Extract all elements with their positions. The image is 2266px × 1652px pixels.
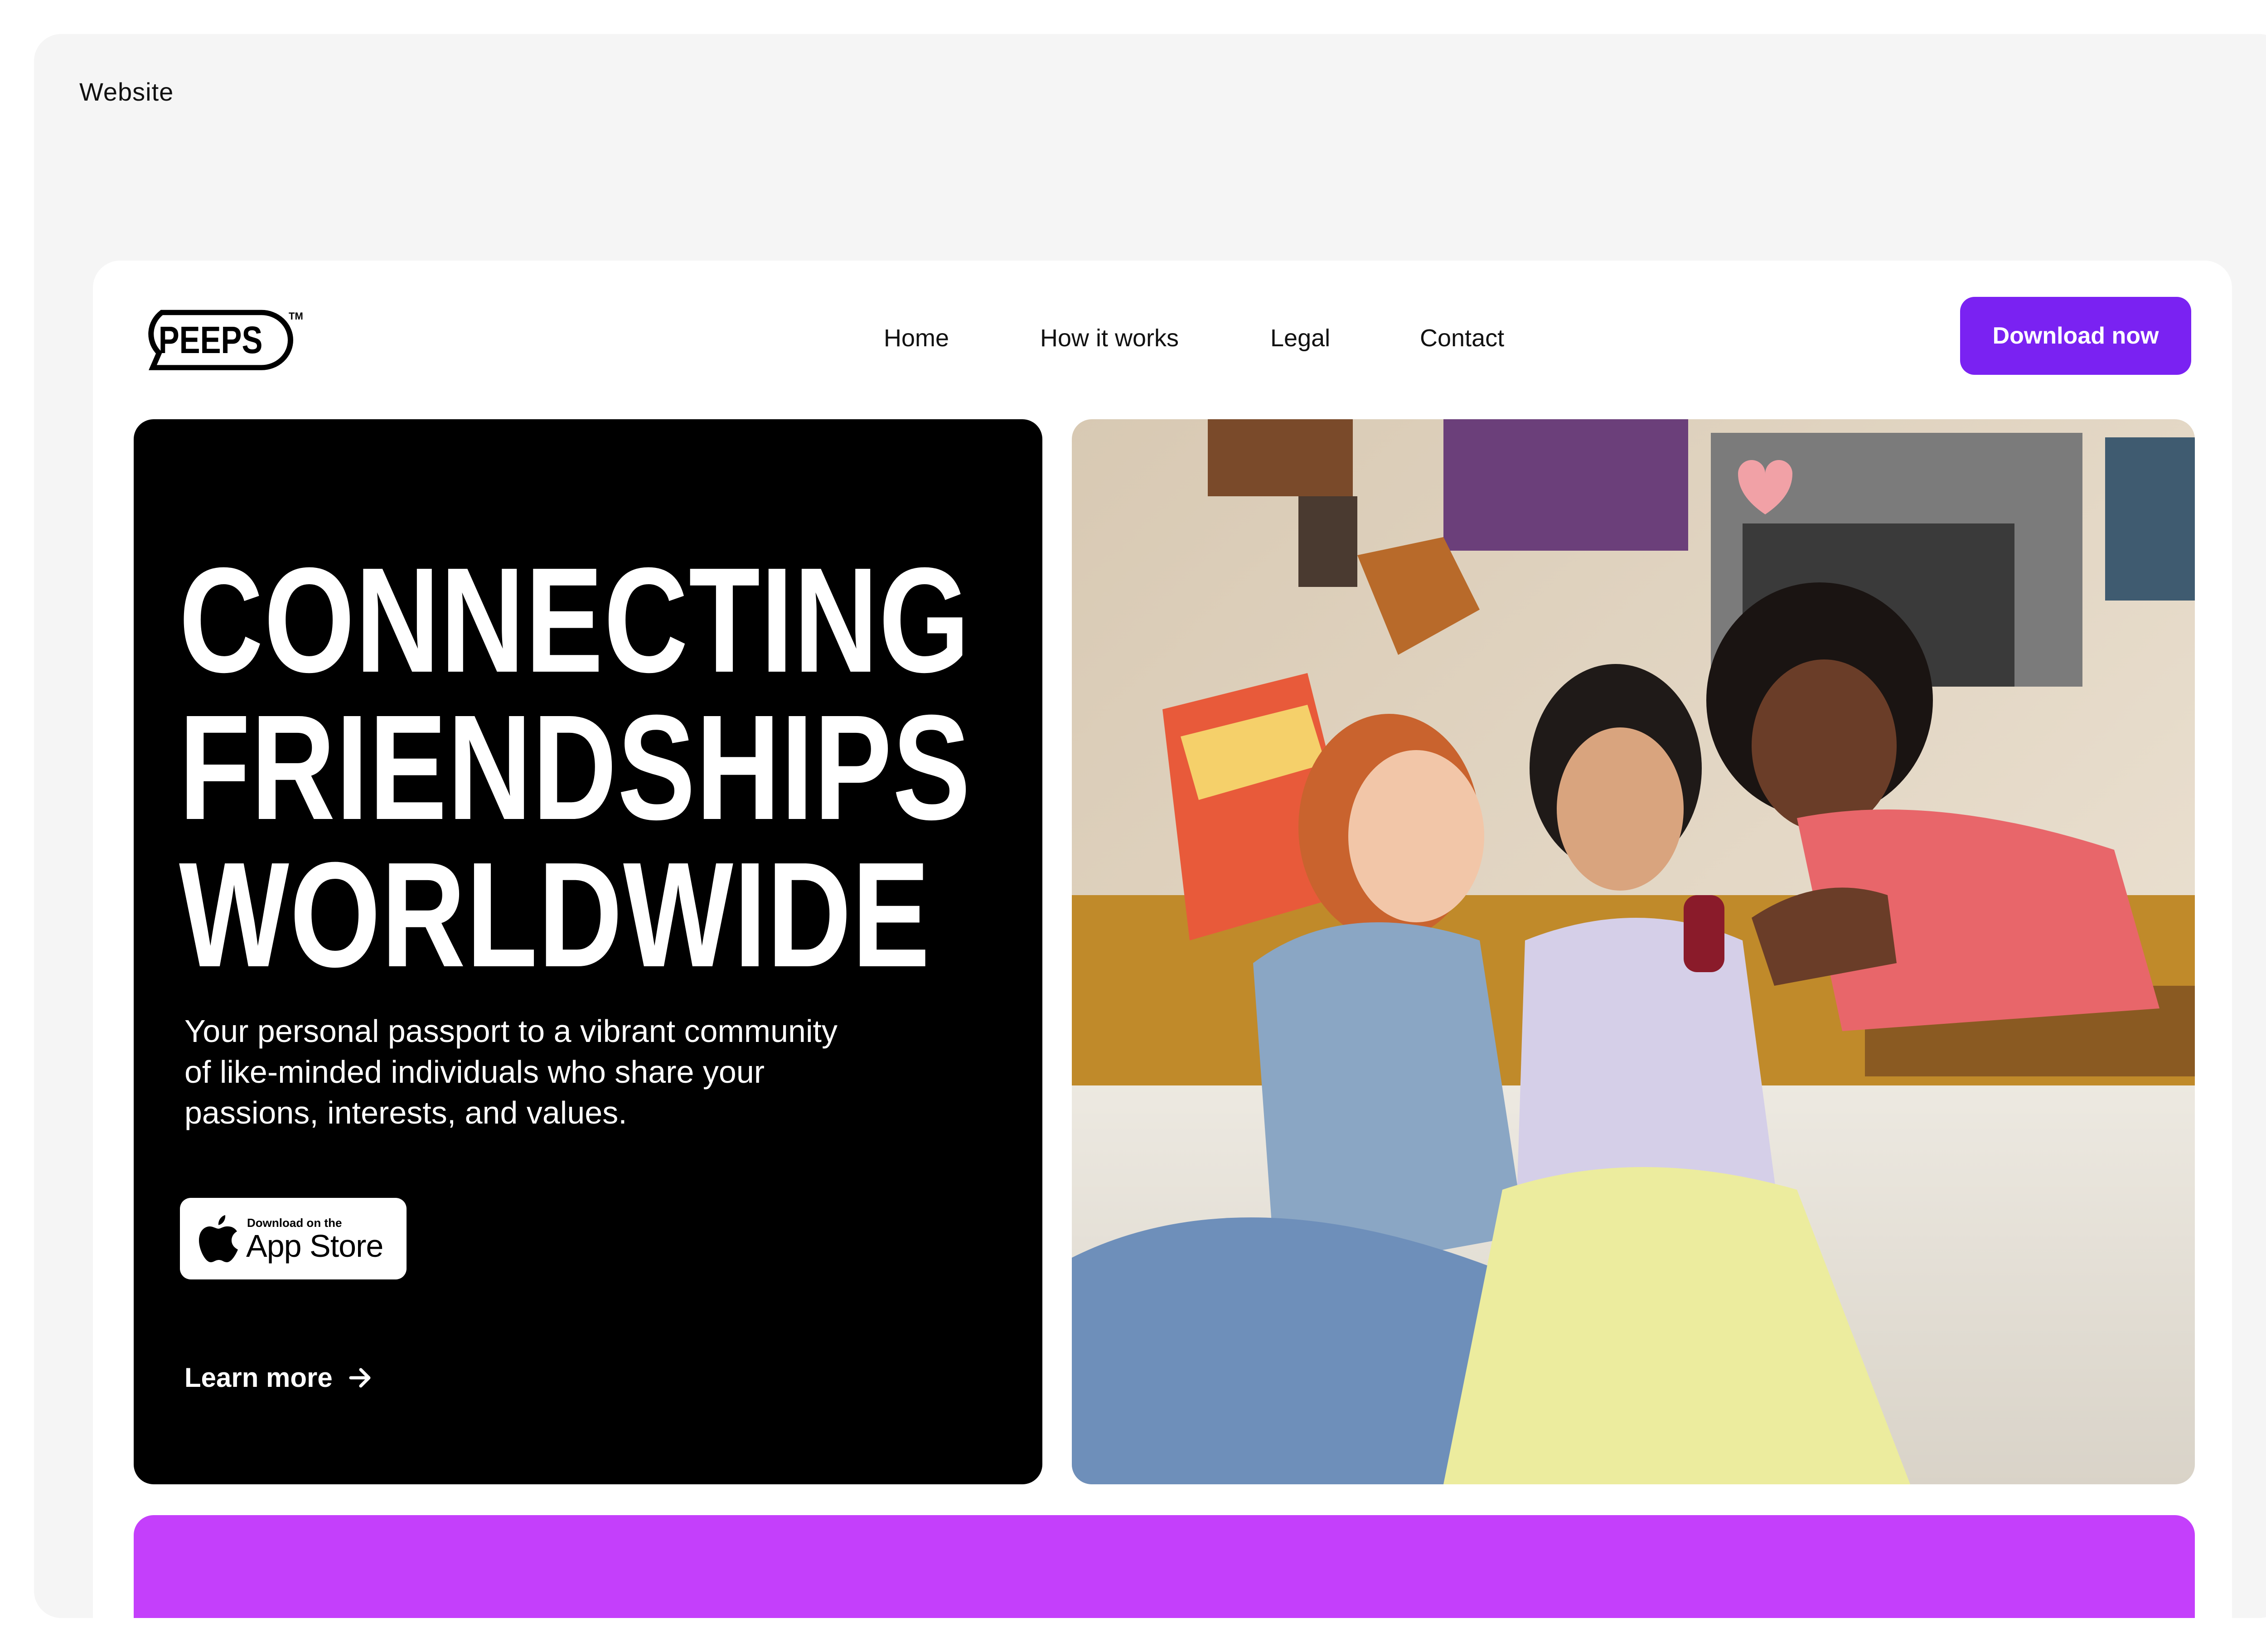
main-nav: Home How it works Legal Contact — [93, 324, 2232, 360]
hero-photo — [1072, 419, 2195, 1484]
headline-line-2: FRIENDSHIPS — [179, 683, 971, 851]
nav-home[interactable]: Home — [884, 324, 949, 352]
arrow-right-icon — [349, 1368, 371, 1387]
nav-contact[interactable]: Contact — [1420, 324, 1504, 352]
headline-line-3: WORLDWIDE — [179, 831, 931, 998]
learn-more-link[interactable]: Learn more — [184, 1362, 372, 1393]
appstore-big-text: App Store — [246, 1228, 383, 1264]
friends-photo-image — [1072, 419, 2195, 1484]
purple-section — [134, 1515, 2195, 1618]
canvas-frame: Website PEEPS TM Home How it works Legal… — [34, 34, 2266, 1618]
download-now-button[interactable]: Download now — [1960, 297, 2191, 375]
app-store-badge[interactable]: Download on the App Store — [180, 1198, 407, 1279]
nav-legal[interactable]: Legal — [1270, 324, 1330, 352]
frame-label: Website — [79, 78, 174, 106]
hero-headline: CONNECTING FRIENDSHIPS WORLDWIDE — [179, 536, 971, 998]
apple-icon — [199, 1215, 238, 1262]
headline-line-1: CONNECTING — [179, 536, 970, 703]
hero-subtitle: Your personal passport to a vibrant comm… — [184, 1013, 838, 1130]
nav-how-it-works[interactable]: How it works — [1040, 324, 1179, 352]
website-page: PEEPS TM Home How it works Legal Contact… — [93, 261, 2232, 1618]
hero-text-card: CONNECTING FRIENDSHIPS WORLDWIDE Your pe… — [134, 419, 1042, 1484]
learn-more-label: Learn more — [184, 1362, 333, 1393]
logo-tm: TM — [289, 310, 303, 322]
